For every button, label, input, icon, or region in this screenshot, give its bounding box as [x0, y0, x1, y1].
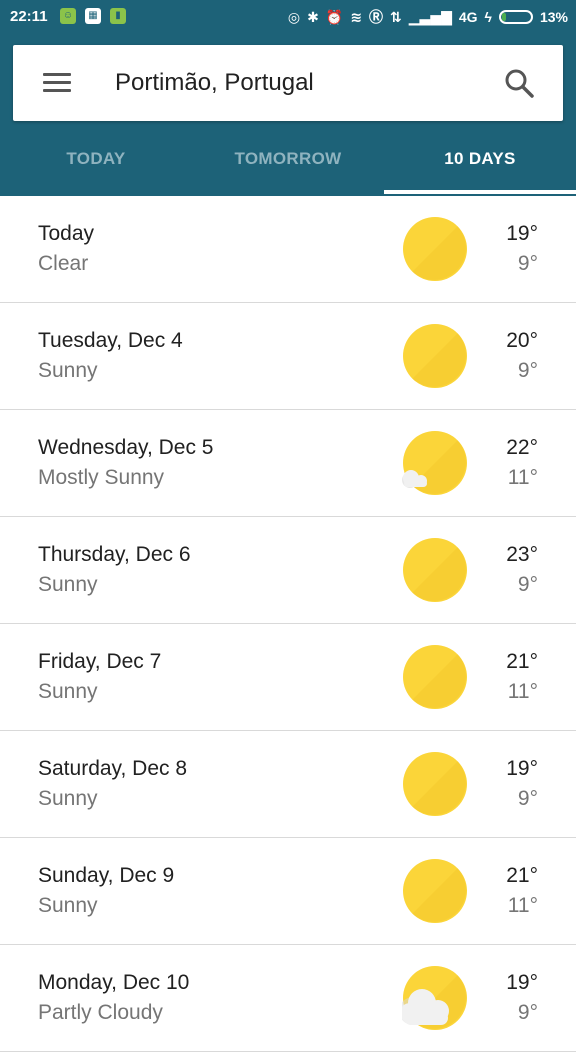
forecast-high: 19°	[506, 757, 538, 780]
forecast-low: 11°	[507, 680, 538, 703]
forecast-list: Today Clear 19° 9° Tuesday, Dec 4 Sunny …	[0, 196, 576, 1052]
tab-tomorrow[interactable]: TOMORROW	[192, 126, 384, 196]
search-icon[interactable]	[503, 67, 535, 99]
forecast-high: 19°	[506, 971, 538, 994]
sun-icon	[403, 752, 467, 816]
bluetooth-icon: ✱	[307, 8, 319, 25]
mostly-sunny-icon	[402, 431, 467, 495]
forecast-condition: Clear	[38, 252, 89, 275]
forecast-condition: Partly Cloudy	[38, 1001, 163, 1024]
status-icons: ◎ ✱ ⏰ ≋ Ⓡ ⇅ ▁▃▅▇ 4G ϟ 13%	[288, 7, 568, 27]
battery-icon	[498, 10, 533, 24]
active-tab-indicator	[384, 190, 576, 194]
wifi-icon: ≋	[350, 8, 363, 25]
forecast-high: 23°	[506, 543, 538, 566]
forecast-row[interactable]: Monday, Dec 10 Partly Cloudy 19° 9°	[0, 945, 576, 1052]
hotspot-icon: ◎	[287, 8, 301, 25]
forecast-condition: Sunny	[38, 787, 98, 810]
forecast-low: 9°	[517, 359, 538, 382]
forecast-high: 19°	[506, 222, 538, 245]
forecast-low: 9°	[517, 252, 538, 275]
tab-today[interactable]: TODAY	[0, 126, 192, 196]
forecast-condition: Sunny	[38, 894, 98, 917]
battery-percent: 13%	[539, 9, 568, 25]
sun-icon	[403, 859, 467, 923]
forecast-row[interactable]: Tuesday, Dec 4 Sunny 20° 9°	[0, 303, 576, 410]
forecast-low: 9°	[517, 787, 538, 810]
forecast-day: Friday, Dec 7	[38, 650, 162, 673]
app-header: 22:11 ☺ ▦ ▮ ◎ ✱ ⏰ ≋ Ⓡ ⇅ ▁▃▅▇ 4G ϟ 13% Po…	[0, 0, 576, 196]
forecast-row[interactable]: Sunday, Dec 9 Sunny 21° 11°	[0, 838, 576, 945]
forecast-day: Tuesday, Dec 4	[38, 329, 183, 352]
forecast-row[interactable]: Saturday, Dec 8 Sunny 19° 9°	[0, 731, 576, 838]
sun-icon	[403, 324, 467, 388]
forecast-day: Saturday, Dec 8	[38, 757, 188, 780]
alarm-icon: ⏰	[325, 8, 344, 25]
search-bar[interactable]: Portimão, Portugal	[13, 45, 563, 121]
forecast-high: 20°	[506, 329, 538, 352]
network-type: 4G	[458, 9, 478, 25]
forecast-day: Wednesday, Dec 5	[38, 436, 214, 459]
charging-icon: ϟ	[484, 9, 492, 25]
notification-news-icon: ▦	[85, 8, 101, 24]
status-time: 22:11	[10, 8, 48, 25]
status-bar: 22:11 ☺ ▦ ▮ ◎ ✱ ⏰ ≋ Ⓡ ⇅ ▁▃▅▇ 4G ϟ 13%	[0, 0, 576, 34]
menu-icon[interactable]	[41, 69, 73, 97]
forecast-row[interactable]: Thursday, Dec 6 Sunny 23° 9°	[0, 517, 576, 624]
forecast-low: 11°	[507, 466, 538, 489]
forecast-high: 21°	[506, 864, 538, 887]
tab-10-days[interactable]: 10 DAYS	[384, 126, 576, 196]
forecast-day: Thursday, Dec 6	[38, 543, 191, 566]
sun-icon	[403, 645, 467, 709]
notification-battery-app-icon: ▮	[110, 8, 126, 24]
forecast-high: 22°	[506, 436, 538, 459]
forecast-condition: Sunny	[38, 359, 98, 382]
forecast-low: 9°	[517, 573, 538, 596]
forecast-high: 21°	[506, 650, 538, 673]
forecast-day: Sunday, Dec 9	[38, 864, 175, 887]
tab-bar: TODAY TOMORROW 10 DAYS	[0, 126, 576, 196]
forecast-condition: Sunny	[38, 680, 98, 703]
forecast-condition: Mostly Sunny	[38, 466, 165, 489]
partly-cloudy-icon	[402, 966, 467, 1030]
signal-icon: ▁▃▅▇	[408, 8, 452, 25]
forecast-day: Today	[38, 222, 95, 245]
sun-icon	[403, 217, 467, 281]
forecast-row[interactable]: Today Clear 19° 9°	[0, 196, 576, 303]
notification-app-icon: ☺	[60, 8, 76, 24]
sun-icon	[403, 538, 467, 602]
forecast-condition: Sunny	[38, 573, 98, 596]
forecast-day: Monday, Dec 10	[38, 971, 190, 994]
forecast-row[interactable]: Wednesday, Dec 5 Mostly Sunny 22° 11°	[0, 410, 576, 517]
forecast-low: 11°	[507, 894, 538, 917]
forecast-row[interactable]: Friday, Dec 7 Sunny 21° 11°	[0, 624, 576, 731]
location-text[interactable]: Portimão, Portugal	[115, 69, 314, 97]
forecast-low: 9°	[517, 1001, 538, 1024]
data-transfer-icon: ⇅	[390, 8, 402, 25]
roaming-icon: Ⓡ	[369, 9, 384, 25]
